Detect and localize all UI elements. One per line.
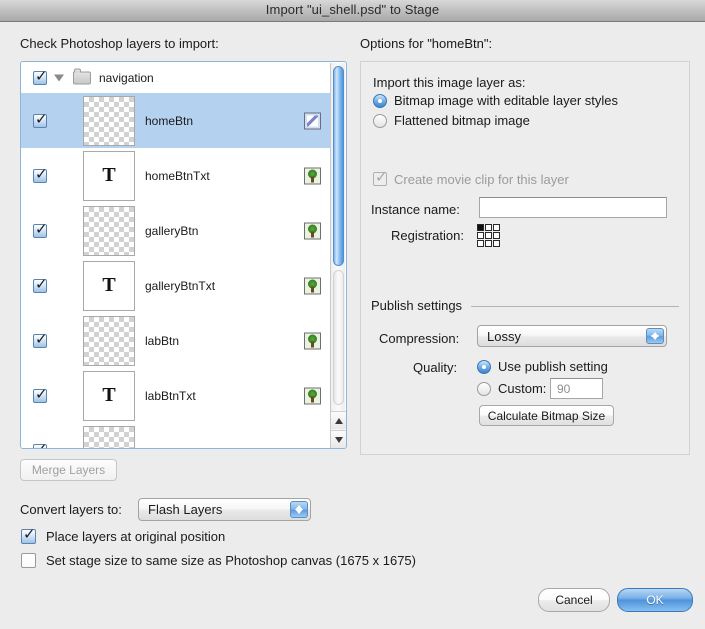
photoshop-layers-list[interactable]: ✓ navigation ✓ homeBtn ✓ T homeBtnTxt ✓ … xyxy=(20,61,347,449)
compression-select[interactable]: Lossy xyxy=(477,325,667,347)
compression-label: Compression: xyxy=(379,331,460,346)
compression-value: Lossy xyxy=(487,328,521,344)
layer-thumbnail xyxy=(83,205,135,256)
layer-thumbnail: T xyxy=(83,370,135,421)
layer-checkbox[interactable]: ✓ xyxy=(33,441,48,448)
layer-thumbnail: T xyxy=(83,150,135,201)
set-stage-size-row[interactable]: Set stage size to same size as Photoshop… xyxy=(21,553,416,568)
scroll-up-arrow-icon[interactable] xyxy=(331,411,346,429)
layers-list-scrollbar[interactable] xyxy=(330,63,346,448)
convert-layers-label: Convert layers to: xyxy=(20,502,122,517)
options-panel: Import this image layer as: Bitmap image… xyxy=(360,61,690,455)
publish-settings-group: Publish settings xyxy=(371,298,679,314)
import-psd-dialog: Import "ui_shell.psd" to Stage Check Pho… xyxy=(0,0,705,629)
layer-thumbnail: T xyxy=(83,260,135,311)
folder-icon xyxy=(73,68,91,84)
registration-label: Registration: xyxy=(391,228,464,243)
layer-name: labBtn xyxy=(145,333,180,348)
table-row-partial[interactable]: ✓ xyxy=(21,423,331,448)
create-movie-clip-checkbox[interactable]: ✓ xyxy=(373,170,388,186)
table-row[interactable]: ✓ T homeBtnTxt xyxy=(21,148,331,203)
disclosure-triangle-icon[interactable] xyxy=(54,74,64,81)
layer-name: navigation xyxy=(99,70,154,85)
registration-point-grid[interactable] xyxy=(477,224,500,247)
layer-row-group[interactable]: ✓ navigation xyxy=(21,62,331,93)
layer-name: homeBtnTxt xyxy=(145,168,210,183)
radio-bitmap-editable-styles[interactable] xyxy=(373,94,387,108)
layer-checkbox[interactable]: ✓ xyxy=(33,111,48,128)
instance-name-input[interactable] xyxy=(479,197,667,218)
tree-image-icon xyxy=(304,222,321,239)
layer-name: homeBtn xyxy=(145,113,194,128)
set-stage-size-label: Set stage size to same size as Photoshop… xyxy=(46,553,416,568)
set-stage-size-checkbox[interactable] xyxy=(21,553,36,568)
place-layers-checkbox[interactable]: ✓ xyxy=(21,527,36,544)
registration-cell-top-center[interactable] xyxy=(485,224,492,231)
radio-bitmap-editable-styles-label: Bitmap image with editable layer styles xyxy=(394,93,618,108)
radio-use-publish-setting-label: Use publish setting xyxy=(498,359,608,374)
options-section-heading: Options for "homeBtn": xyxy=(360,36,493,51)
layer-thumbnail xyxy=(83,95,135,146)
cancel-button[interactable]: Cancel xyxy=(538,588,610,612)
window-titlebar: Import "ui_shell.psd" to Stage xyxy=(0,0,705,22)
calculate-bitmap-size-button[interactable]: Calculate Bitmap Size xyxy=(479,405,614,426)
radio-custom-quality[interactable] xyxy=(477,382,491,396)
tree-image-icon xyxy=(304,387,321,404)
import-as-label: Import this image layer as: xyxy=(373,75,526,90)
convert-layers-value: Flash Layers xyxy=(148,502,223,517)
layer-checkbox[interactable]: ✓ xyxy=(33,331,48,348)
registration-cell-top-right[interactable] xyxy=(493,224,500,231)
table-row[interactable]: ✓ galleryBtn xyxy=(21,203,331,258)
chevron-updown-icon[interactable] xyxy=(290,501,308,518)
registration-cell-top-left[interactable] xyxy=(477,224,484,231)
scroll-down-arrow-icon[interactable] xyxy=(331,430,346,448)
table-row[interactable]: ✓ T galleryBtnTxt xyxy=(21,258,331,313)
ok-button[interactable]: OK xyxy=(617,588,693,612)
create-movie-clip-label: Create movie clip for this layer xyxy=(394,172,569,187)
registration-cell-middle-left[interactable] xyxy=(477,232,484,239)
tree-image-icon xyxy=(304,332,321,349)
window-title: Import "ui_shell.psd" to Stage xyxy=(265,2,440,17)
registration-cell-middle-right[interactable] xyxy=(493,232,500,239)
tree-image-icon xyxy=(304,167,321,184)
radio-custom-quality-label: Custom: xyxy=(498,381,547,396)
radio-flattened-bitmap[interactable] xyxy=(373,114,387,128)
table-row[interactable]: ✓ homeBtn xyxy=(21,93,331,148)
layer-name: galleryBtnTxt xyxy=(145,278,216,293)
radio-use-publish-setting[interactable] xyxy=(477,360,491,374)
quality-label: Quality: xyxy=(413,360,458,375)
layer-checkbox[interactable]: ✓ xyxy=(33,386,48,403)
layer-checkbox[interactable]: ✓ xyxy=(33,276,48,293)
layers-list-viewport: ✓ navigation ✓ homeBtn ✓ T homeBtnTxt ✓ … xyxy=(21,62,331,448)
place-layers-label: Place layers at original position xyxy=(46,529,226,544)
registration-cell-bottom-left[interactable] xyxy=(477,240,484,247)
merge-layers-button[interactable]: Merge Layers xyxy=(20,459,117,481)
layer-checkbox[interactable]: ✓ xyxy=(33,221,48,238)
layer-thumbnail xyxy=(83,315,135,366)
registration-cell-middle-center[interactable] xyxy=(485,232,492,239)
instance-name-label: Instance name: xyxy=(371,202,460,217)
scrollbar-track[interactable] xyxy=(333,270,344,405)
tree-image-icon xyxy=(304,277,321,294)
publish-settings-label: Publish settings xyxy=(371,298,463,313)
layer-thumbnail xyxy=(83,425,135,448)
table-row[interactable]: ✓ labBtn xyxy=(21,313,331,368)
table-row[interactable]: ✓ T labBtnTxt xyxy=(21,368,331,423)
custom-quality-input[interactable]: 90 xyxy=(550,378,603,399)
layer-name: labBtnTxt xyxy=(145,388,196,403)
radio-flattened-bitmap-label: Flattened bitmap image xyxy=(394,113,530,128)
place-layers-original-position-row[interactable]: ✓ Place layers at original position xyxy=(21,527,226,544)
registration-cell-bottom-right[interactable] xyxy=(493,240,500,247)
group-divider xyxy=(471,306,679,307)
chevron-updown-icon[interactable] xyxy=(646,328,664,344)
layer-name: galleryBtn xyxy=(145,223,199,238)
convert-layers-select[interactable]: Flash Layers xyxy=(138,498,311,521)
bitmap-image-icon xyxy=(304,112,321,129)
scrollbar-thumb[interactable] xyxy=(333,66,344,266)
layer-checkbox[interactable]: ✓ xyxy=(33,68,48,85)
layer-checkbox[interactable]: ✓ xyxy=(33,166,48,183)
registration-cell-bottom-center[interactable] xyxy=(485,240,492,247)
layers-section-heading: Check Photoshop layers to import: xyxy=(20,36,219,51)
